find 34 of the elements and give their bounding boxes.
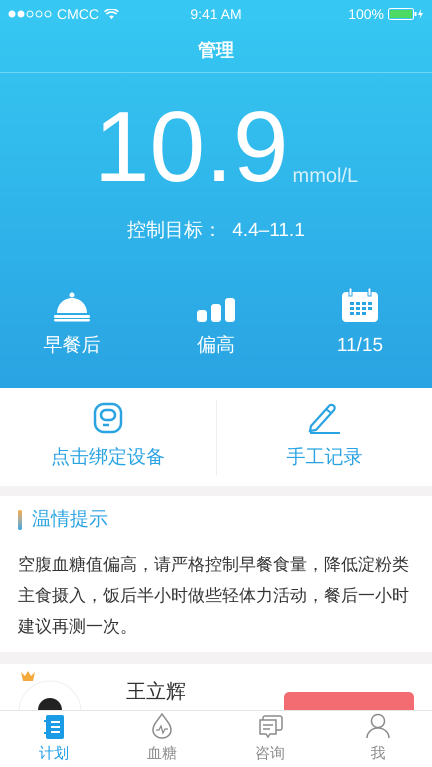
doctor-name: 王立辉 <box>126 680 186 704</box>
person-icon <box>366 712 390 739</box>
page-title: 管理 <box>198 38 234 62</box>
wifi-icon <box>104 8 119 20</box>
calendar-icon <box>341 288 379 322</box>
device-icon <box>92 402 123 434</box>
tab[interactable]: 我 <box>324 711 432 767</box>
target-label: 控制目标： <box>127 219 222 243</box>
target-range: 4.4–11.1 <box>232 219 305 243</box>
stat-label: 11/15 <box>336 334 384 358</box>
tab[interactable]: 血糖 <box>108 711 216 767</box>
manual-record-button[interactable]: 手工记录 <box>216 400 432 474</box>
glucose-unit: mmol/L <box>292 164 358 189</box>
drop-icon <box>151 712 173 739</box>
status-time: 9:41 AM <box>190 6 242 22</box>
bars-icon <box>197 298 235 322</box>
battery-percent: 100% <box>348 4 384 24</box>
tip-marker <box>18 510 22 530</box>
battery-icon <box>388 8 424 20</box>
signal-icon <box>8 10 52 18</box>
pencil-icon <box>307 402 342 434</box>
tip-text: 空腹血糖值偏高，请严格控制早餐食量，降低淀粉类主食摄入，饭后半小时做些轻体力活动，餐后一小时建议再测一次。 <box>18 554 410 638</box>
chat-icon <box>257 714 283 739</box>
glucose-value: 10.9 <box>92 97 289 197</box>
stat-label: 偏高 <box>197 334 235 358</box>
stat-label: 早餐后 <box>44 334 100 358</box>
crown-icon <box>20 670 36 682</box>
bind-device-button[interactable]: 点击绑定设备 <box>0 400 216 474</box>
tab[interactable]: 计划 <box>0 711 108 767</box>
tab[interactable]: 咨询 <box>216 711 324 767</box>
tip-title: 温情提示 <box>32 508 108 532</box>
food-cover-icon <box>53 292 91 322</box>
notebook-icon <box>44 714 64 739</box>
carrier-name: CMCC <box>57 4 99 24</box>
